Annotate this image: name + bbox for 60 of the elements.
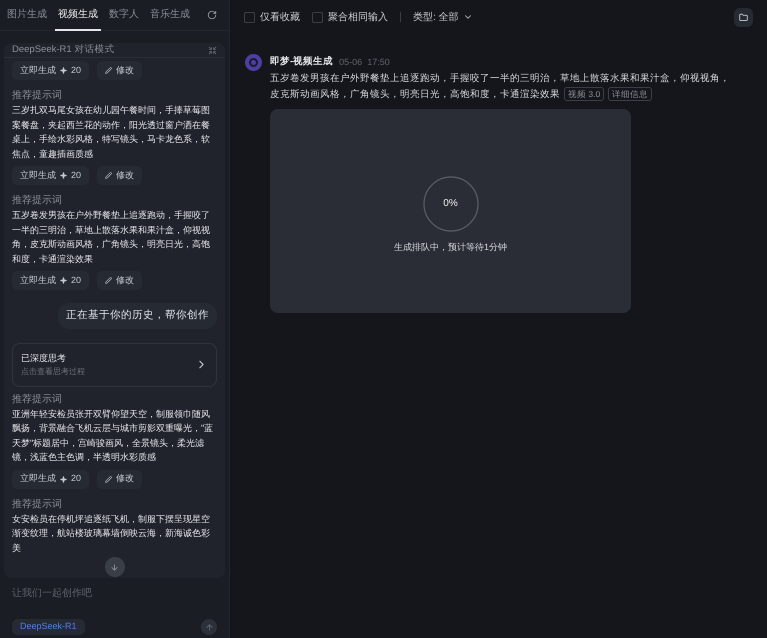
tab[interactable]: 视频生成 xyxy=(55,0,101,30)
arrow-down-icon xyxy=(110,562,119,572)
chat-title: DeepSeek-R1 对话模式 xyxy=(12,43,114,57)
prompt-text: 五岁卷发男孩在户外野餐垫上追逐跑动，手握咬了一半的三明治，草地上散落水果和果汁盒，仰视视角，皮克斯动画风格，广角镜头，明亮日光，高饱和度，卡通渲染效果 xyxy=(12,209,211,266)
avatar xyxy=(245,54,262,71)
checkbox-label: 聚合相同输入 xyxy=(328,10,388,24)
generate-button[interactable]: 立即生成 20 xyxy=(12,470,90,488)
tab[interactable]: 音乐生成 xyxy=(147,0,193,30)
progress-ring xyxy=(422,175,480,234)
message-time: 05-06 17:50 xyxy=(339,56,390,69)
generate-button[interactable]: 立即生成 20 xyxy=(12,61,90,80)
pen-icon xyxy=(105,476,112,482)
pen-icon xyxy=(105,172,112,180)
sparkle-icon xyxy=(60,67,67,74)
collapse-icon[interactable] xyxy=(208,46,217,55)
cost-count: 20 xyxy=(71,274,82,287)
refresh-icon[interactable] xyxy=(207,10,217,20)
checkbox-label: 仅看收藏 xyxy=(260,10,300,24)
thinking-card[interactable]: 已深度思考 点击查看思考过程 xyxy=(12,343,217,386)
pen-icon xyxy=(105,277,112,284)
user-message: 正在基于你的历史，帮你创作 xyxy=(58,303,217,329)
edit-button[interactable]: 修改 xyxy=(97,61,142,80)
pen-icon xyxy=(105,67,112,74)
cost-count: 20 xyxy=(71,64,82,77)
tag[interactable]: 详细信息 xyxy=(608,87,652,101)
model-selector[interactable]: DeepSeek-R1 xyxy=(12,619,85,635)
prompt-label: 推荐提示词 xyxy=(12,88,63,104)
prompt-label: 推荐提示词 xyxy=(12,392,63,406)
tab[interactable]: 数字人 xyxy=(106,0,142,30)
edit-button[interactable]: 修改 xyxy=(97,470,142,488)
sparkle-icon xyxy=(60,476,67,482)
generate-button[interactable]: 立即生成 20 xyxy=(12,271,90,290)
prompt-text: 女安检员在停机坪追逐纸飞机，制服下摆呈现星空渐变纹理，航站楼玻璃幕墙倒映云海，新海诚色彩美 xyxy=(12,512,211,554)
tag[interactable]: 视频 3.0 xyxy=(564,87,604,101)
scroll-down-button[interactable] xyxy=(104,557,124,577)
prompt-text: 三岁扎双马尾女孩在幼儿园午餐时间，手捧草莓图案餐盘，夹起西兰花的动作，阳光透过窗户洒在餐桌上，手绘水彩风格，特写镜头，马卡龙色系，软焦点，童趣插画质感 xyxy=(12,104,211,161)
generate-button[interactable]: 立即生成 20 xyxy=(12,166,90,186)
prompt-label: 推荐提示词 xyxy=(12,194,63,208)
prompt-label: 推荐提示词 xyxy=(12,498,63,512)
edit-button[interactable]: 修改 xyxy=(97,271,142,290)
sparkle-icon xyxy=(60,277,67,284)
type-dropdown[interactable]: 类型: 全部 xyxy=(413,10,473,24)
tab[interactable]: 图片生成 xyxy=(4,0,50,30)
cost-count: 20 xyxy=(71,472,82,486)
status-text: 生成排队中，预计等待1分钟 xyxy=(394,241,507,254)
folder-button[interactable] xyxy=(734,8,753,26)
sparkle-icon xyxy=(60,172,67,180)
send-button[interactable] xyxy=(201,619,217,635)
thinking-subtitle: 点击查看思考过程 xyxy=(21,366,85,378)
arrow-up-icon xyxy=(204,622,214,632)
thinking-title: 已深度思考 xyxy=(21,352,67,365)
author-name: 即梦-视频生成 xyxy=(270,55,334,70)
cost-count: 20 xyxy=(71,169,82,182)
folder-icon xyxy=(739,12,748,22)
prompt-text: 亚洲年轻安检员张开双臂仰望天空，制服领巾随风飘扬，背景融合飞机云层与城市剪影双重曝光，"蓝天梦"标题居中，宫崎骏画风，全景镜头，柔光滤镜，浅蓝色主色调，半透明水彩质感 xyxy=(12,408,214,464)
message-text: 五岁卷发男孩在户外野餐垫上追逐跑动，手握咬了一半的三明治，草地上散落水果和果汁盒，仰视视角，皮克斯动画风格，广角镜头，明亮日光，高饱和度，卡通渲染效果 视频 3.0 详细信息 xyxy=(270,72,731,103)
checkbox[interactable] xyxy=(244,12,255,22)
progress-reading: 0% xyxy=(443,198,458,210)
checkbox[interactable] xyxy=(312,12,323,22)
edit-button[interactable]: 修改 xyxy=(97,166,142,186)
